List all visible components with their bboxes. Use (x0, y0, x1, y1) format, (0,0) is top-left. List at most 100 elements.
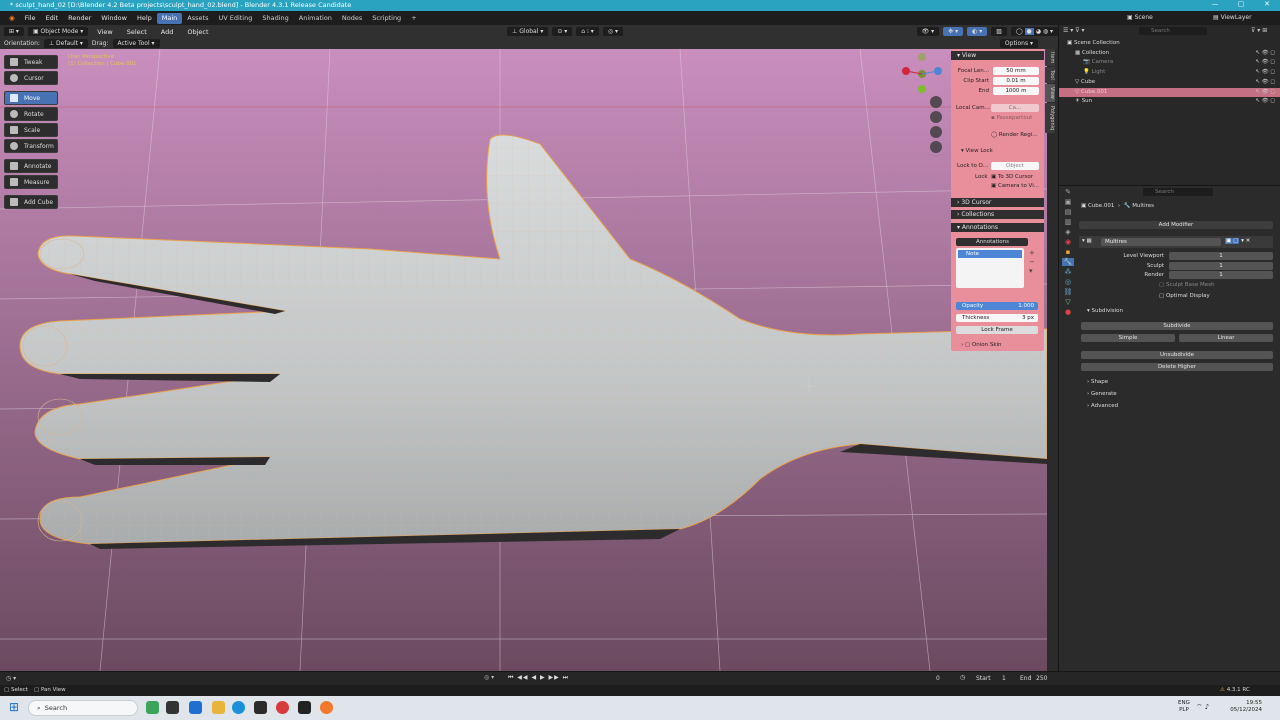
pan-icon[interactable] (930, 111, 942, 123)
3d-viewport[interactable]: User Perspective (1) Collection | Cube.0… (0, 49, 1047, 671)
render-tab-icon[interactable]: ▣ (1065, 198, 1072, 206)
sculpt-base-mesh-checkbox[interactable]: ▢ Sculpt Base Mesh (1159, 282, 1215, 288)
workspace-tab-main[interactable]: Main (156, 12, 183, 24)
workspace-tab-nodes[interactable]: Nodes (337, 13, 367, 24)
mode-selector[interactable]: ▣ Object Mode ▾ (27, 27, 89, 36)
store-icon[interactable] (254, 701, 267, 714)
blender-taskbar-icon[interactable] (320, 701, 333, 714)
output-tab-icon[interactable]: ▤ (1065, 208, 1072, 216)
outliner-row[interactable]: ▽ Cube ↖ 👁 ◻ (1059, 78, 1280, 88)
opacity-slider[interactable]: Opacity 1.000 (956, 302, 1038, 310)
layer-list-controls[interactable]: + − ▾ (1029, 249, 1035, 276)
subdivision-subpanel-header[interactable]: ▾ Subdivision (1087, 308, 1123, 314)
data-tab-icon[interactable]: ▽ (1065, 298, 1070, 306)
world-tab-icon[interactable]: ◉ (1065, 238, 1071, 246)
maximize-button[interactable]: ▢ (1228, 0, 1254, 11)
menu-render[interactable]: Render (63, 11, 96, 25)
taskbar-clock[interactable]: 19:55 05/12/2024 (1226, 700, 1262, 714)
render-region-checkbox[interactable]: ◯ Render Regi... (991, 132, 1037, 138)
visibility-toggle[interactable]: 👁 ▾ (916, 27, 940, 36)
clip-start-field[interactable]: 0.01 m (993, 77, 1039, 85)
outliner-search-input[interactable]: Search (1139, 27, 1207, 35)
visibility-toggle-icon[interactable]: ↖ 👁 ◻ (1255, 58, 1275, 68)
scene-selector[interactable]: ▣ Scene (1122, 13, 1158, 22)
workspace-tab-shading[interactable]: Shading (257, 13, 293, 24)
collections-panel-header[interactable]: › Collections (951, 210, 1044, 219)
task-view-icon[interactable] (166, 701, 179, 714)
playback-controls[interactable]: ⏮ ◀◀ ◀ ▶ ▶▶ ⏭ (508, 674, 569, 682)
menu-file[interactable]: File (20, 11, 41, 25)
preview-range-icon[interactable]: ◷ (960, 674, 965, 681)
sidebar-tab-polygoniq[interactable]: Polygoniq (1045, 102, 1055, 134)
proportional-edit-toggle[interactable]: ◎ ▾ (602, 27, 623, 36)
annotations-panel-header[interactable]: ▾ Annotations (951, 223, 1044, 232)
annotation-layer-note[interactable]: Note (958, 250, 1022, 258)
minimize-button[interactable]: — (1202, 0, 1228, 11)
visibility-toggle-icon[interactable]: ↖ 👁 ◻ (1255, 88, 1275, 98)
taskbar-search-box[interactable]: ⌕ Search (28, 700, 138, 716)
xray-toggle[interactable]: ▧ (991, 27, 1007, 36)
camera-view-icon[interactable] (930, 126, 942, 138)
shading-mode-buttons[interactable]: ◯ ● ◕ ◍ ▾ (1010, 27, 1059, 36)
tool-scale[interactable]: Scale (4, 123, 58, 137)
language-indicator[interactable]: ENG PLP (1178, 700, 1190, 714)
level-viewport-field[interactable]: 1 (1169, 252, 1273, 260)
physics-tab-icon[interactable]: ◎ (1065, 278, 1071, 286)
render-level-field[interactable]: 1 (1169, 271, 1273, 279)
annotations-datablock-field[interactable]: Annotations (956, 238, 1028, 246)
ortho-toggle-icon[interactable] (930, 141, 942, 153)
tool-rotate[interactable]: Rotate (4, 107, 58, 121)
terminal-icon[interactable] (298, 701, 311, 714)
shape-subpanel-header[interactable]: › Shape (1087, 379, 1108, 385)
sculpt-level-field[interactable]: 1 (1169, 262, 1273, 270)
warning-icon[interactable]: ⚠ 4.3.1 RC (1220, 687, 1250, 693)
workspace-tab-scripting[interactable]: Scripting (367, 13, 406, 24)
filter-icon[interactable]: ⊽ ▾ ⊞ (1251, 27, 1267, 34)
lock-frame-toggle[interactable]: Lock Frame (956, 326, 1038, 334)
header-menu-select[interactable]: Select (122, 25, 152, 39)
visibility-toggle-icon[interactable]: ↖ 👁 ◻ (1255, 97, 1275, 107)
zoom-icon[interactable] (930, 96, 942, 108)
widgets-icon[interactable] (189, 701, 202, 714)
tool-settings-tab-icon[interactable]: ✎ (1065, 188, 1071, 196)
keyframe-toggle[interactable]: ◎ ▾ (484, 674, 494, 681)
system-tray-icons[interactable]: ⌔ ♪ (1196, 703, 1209, 712)
sidebar-tab-view[interactable]: View (1045, 84, 1055, 102)
modifier-tab-icon[interactable]: 🔧 (1061, 258, 1075, 266)
file-explorer-icon[interactable] (212, 701, 225, 714)
tool-cursor[interactable]: Cursor (4, 71, 58, 85)
tool-tweak[interactable]: Tweak (4, 55, 58, 69)
snap-selector[interactable]: ⌂ ⁝ ▾ (576, 27, 599, 36)
editor-type-button[interactable]: ⊞ ▾ (4, 27, 24, 36)
onion-skin-subpanel[interactable]: › ▢ Onion Skin (961, 342, 1002, 348)
modifier-name-field[interactable]: Multires (1101, 238, 1221, 246)
menu-window[interactable]: Window (96, 11, 132, 25)
chrome-browser-icon[interactable] (276, 701, 289, 714)
scene-tab-icon[interactable]: ◈ (1065, 228, 1070, 236)
particles-tab-icon[interactable]: ⁂ (1065, 268, 1072, 276)
orientation-selector[interactable]: ⊥ Default ▾ (43, 39, 88, 48)
clip-end-field[interactable]: 1000 m (993, 87, 1039, 95)
header-menu-add[interactable]: Add (156, 25, 179, 39)
outliner-row[interactable]: 💡 Light ↖ 👁 ◻ (1059, 68, 1280, 78)
thickness-field[interactable]: Thickness 3 px (956, 314, 1038, 322)
workspace-tab-uv-editing[interactable]: UV Editing (213, 13, 257, 24)
delete-higher-button[interactable]: Delete Higher (1081, 363, 1273, 371)
linear-button[interactable]: Linear (1179, 334, 1273, 342)
view-layer-tab-icon[interactable]: ▥ (1065, 218, 1072, 226)
subdivide-button[interactable]: Subdivide (1081, 322, 1273, 330)
modifier-visibility-icons[interactable]: ▣ ▢ ▾ ✕ (1225, 238, 1250, 244)
close-button[interactable]: ✕ (1254, 0, 1280, 11)
lock-to-object-field[interactable]: Object (991, 162, 1039, 170)
tool-add-cube[interactable]: Add Cube (4, 195, 58, 209)
edge-browser-icon[interactable] (232, 701, 245, 714)
current-frame-field[interactable]: 0 (936, 675, 940, 682)
gizmo-toggle[interactable]: ✥ ▾ (943, 27, 964, 36)
start-frame-field[interactable]: 1 (1002, 675, 1006, 682)
visibility-toggle-icon[interactable]: ↖ 👁 ◻ (1255, 49, 1275, 59)
simple-button[interactable]: Simple (1081, 334, 1175, 342)
view-panel-header[interactable]: ▾ View (951, 51, 1044, 60)
outliner-row[interactable]: ▽ Cube.001 ↖ 👁 ◻ (1059, 87, 1280, 98)
copilot-icon[interactable] (146, 701, 159, 714)
outliner-row[interactable]: ▦ Collection ↖ 👁 ◻ (1059, 49, 1280, 59)
